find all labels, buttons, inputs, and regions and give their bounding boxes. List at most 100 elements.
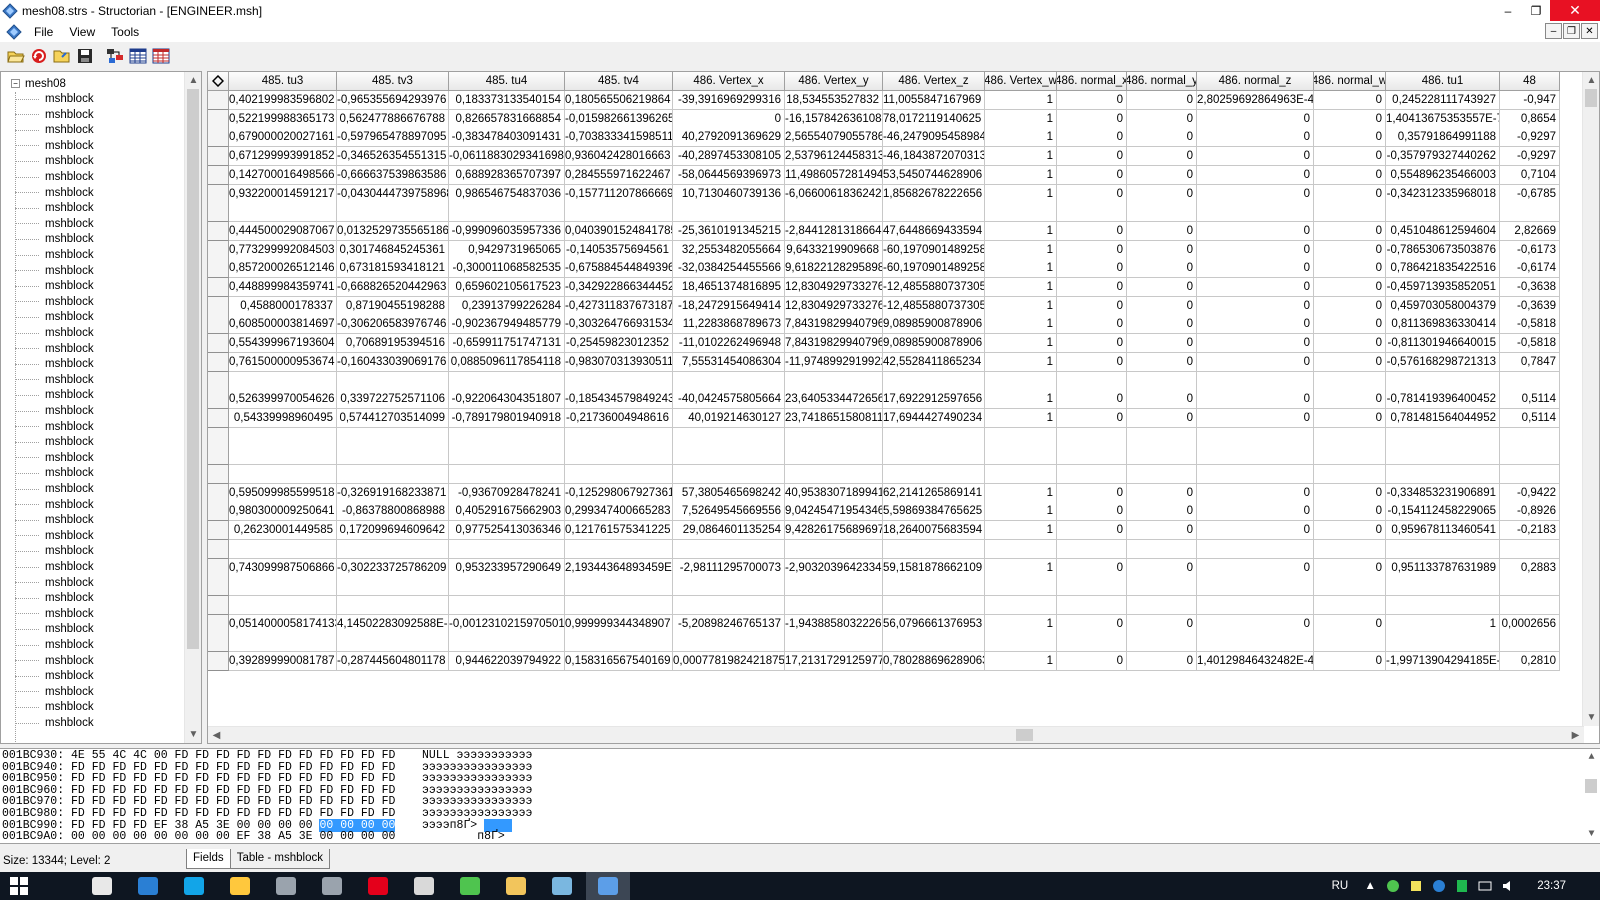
- grid-cell[interactable]: [1386, 595, 1500, 615]
- menu-file[interactable]: File: [26, 25, 61, 39]
- row-header[interactable]: [208, 184, 229, 204]
- structure-tree[interactable]: − mesh08 mshblock mshblock mshblock mshbloc…: [0, 71, 202, 744]
- grid-cell[interactable]: 0,245228111743927: [1386, 91, 1500, 110]
- grid-cell[interactable]: -0,666637539863586: [337, 165, 449, 185]
- grid-cell[interactable]: 0: [1057, 147, 1127, 167]
- grid-cell[interactable]: [1057, 633, 1127, 653]
- grid-cell[interactable]: -0,9297: [1500, 147, 1560, 167]
- grid-cell[interactable]: [449, 427, 565, 447]
- tool-app-1-button[interactable]: [264, 872, 308, 900]
- grid-cell[interactable]: 0: [1197, 614, 1314, 634]
- grid-cell[interactable]: 0,857200026512146: [229, 259, 337, 279]
- grid-cell[interactable]: 0,5114: [1500, 390, 1560, 410]
- grid-cell[interactable]: 11,2283868789673: [673, 315, 785, 335]
- grid-cell[interactable]: -0,303264766931534: [565, 315, 673, 335]
- grid-cell[interactable]: [985, 465, 1057, 484]
- grid-cell[interactable]: 2,53796124458313: [785, 147, 883, 167]
- menu-tools[interactable]: Tools: [103, 25, 147, 39]
- tree-item-mshblock[interactable]: mshblock: [15, 403, 94, 419]
- tree-item-mshblock[interactable]: mshblock: [15, 715, 94, 731]
- grid-cell[interactable]: 42,5528411865234: [883, 352, 985, 372]
- grid-cell[interactable]: [1500, 203, 1560, 223]
- grid-cell[interactable]: 47,6448669433594: [883, 221, 985, 241]
- tray-app-icon[interactable]: [1385, 878, 1401, 894]
- grid-cell[interactable]: [1197, 203, 1314, 223]
- grid-cell[interactable]: [565, 539, 673, 559]
- grid-cell[interactable]: 0,70689195394516: [337, 334, 449, 354]
- grid-cell[interactable]: -12,4855880737305: [883, 278, 985, 297]
- grid-cell[interactable]: [229, 427, 337, 447]
- grid-cell[interactable]: 40,2792091369629: [673, 128, 785, 148]
- grid-cell[interactable]: -0,302233725786209: [337, 558, 449, 578]
- row-header[interactable]: [208, 165, 229, 185]
- hex-view[interactable]: 001BC930: 4E 55 4C 4C 00 FD FD FD FD FD …: [0, 748, 1600, 844]
- grid-cell[interactable]: [449, 465, 565, 484]
- grid-cell[interactable]: 0: [1127, 521, 1197, 541]
- tab-table-mshblock[interactable]: Table - mshblock: [229, 849, 330, 869]
- grid-horizontal-scrollbar[interactable]: ◀ ▶: [208, 726, 1584, 743]
- grid-cell[interactable]: -0,597965478897095: [337, 128, 449, 148]
- grid-cell[interactable]: 0: [1314, 91, 1386, 110]
- reload-icon[interactable]: [29, 46, 49, 66]
- grid-cell[interactable]: -16,1578426361084: [785, 109, 883, 129]
- column-header[interactable]: 486. Vertex_w: [985, 72, 1057, 91]
- grid-cell[interactable]: 0,608500003814697: [229, 315, 337, 335]
- grid-cell[interactable]: 0,595099985599518: [229, 483, 337, 503]
- tree-item-mshblock[interactable]: mshblock: [15, 107, 94, 123]
- grid-cell[interactable]: 0: [1314, 147, 1386, 167]
- grid-cell[interactable]: -0,6173: [1500, 240, 1560, 260]
- grid-cell[interactable]: 0,0007781982421875: [673, 652, 785, 671]
- tree-item-mshblock[interactable]: mshblock: [15, 372, 94, 388]
- mdi-minimize-button[interactable]: –: [1545, 23, 1562, 39]
- grid-cell[interactable]: [1127, 633, 1197, 653]
- grid-cell[interactable]: 0: [1197, 184, 1314, 204]
- tree-item-mshblock[interactable]: mshblock: [15, 231, 94, 247]
- grid-cell[interactable]: 11,4986057281494: [785, 165, 883, 185]
- explorer-app-button[interactable]: [494, 872, 538, 900]
- grid-cell[interactable]: 0,977525413036346: [449, 521, 565, 541]
- grid-cell[interactable]: [565, 577, 673, 597]
- grid-cell[interactable]: 0,780288696289063: [883, 652, 985, 671]
- grid-cell[interactable]: [1314, 203, 1386, 223]
- grid-cell[interactable]: [985, 371, 1057, 391]
- grid-cell[interactable]: 0,299347400665283: [565, 502, 673, 522]
- grid-cell[interactable]: 1: [985, 147, 1057, 167]
- grid-cell[interactable]: [785, 446, 883, 466]
- grid-cell[interactable]: 0: [1057, 128, 1127, 148]
- grid-cell[interactable]: -0,6174: [1500, 259, 1560, 279]
- grid-cell[interactable]: [1057, 577, 1127, 597]
- grid-cell[interactable]: [985, 577, 1057, 597]
- grid-cell[interactable]: 0: [1197, 390, 1314, 410]
- grid-cell[interactable]: [1386, 539, 1500, 559]
- grid-cell[interactable]: -46,1843872070313: [883, 147, 985, 167]
- row-header[interactable]: [208, 109, 229, 129]
- clock[interactable]: 23:37: [1537, 880, 1566, 892]
- grid-cell[interactable]: 18,4651374816895: [673, 278, 785, 297]
- tree-item-mshblock[interactable]: mshblock: [15, 309, 94, 325]
- grid-cell[interactable]: [1197, 446, 1314, 466]
- grid-cell[interactable]: [985, 203, 1057, 223]
- mdi-restore-button[interactable]: ❐: [1563, 23, 1580, 39]
- grid-cell[interactable]: 0: [1127, 352, 1197, 372]
- grid-cell[interactable]: -0,3639: [1500, 296, 1560, 316]
- grid-cell[interactable]: [1500, 595, 1560, 615]
- grid-cell[interactable]: 0: [1314, 502, 1386, 522]
- grid-cell[interactable]: 0: [1314, 483, 1386, 503]
- tree-item-mshblock[interactable]: mshblock: [15, 512, 94, 528]
- grid-cell[interactable]: 23,6405334472656: [785, 390, 883, 410]
- grid-cell[interactable]: [449, 446, 565, 466]
- grid-cell[interactable]: [785, 595, 883, 615]
- grid-cell[interactable]: -0,922064304351807: [449, 390, 565, 410]
- grid-cell[interactable]: [229, 446, 337, 466]
- grid-cell[interactable]: 0: [1127, 259, 1197, 279]
- row-header[interactable]: [208, 446, 229, 466]
- grid-cell[interactable]: 0,35791864991188: [1386, 128, 1500, 148]
- grid-cell[interactable]: 0: [1314, 296, 1386, 316]
- grid-cell[interactable]: [229, 465, 337, 484]
- row-header[interactable]: [208, 91, 229, 110]
- grid-cell[interactable]: 0,2883: [1500, 558, 1560, 578]
- tree-item-mshblock[interactable]: mshblock: [15, 294, 94, 310]
- grid-cell[interactable]: [565, 595, 673, 615]
- menu-view[interactable]: View: [61, 25, 103, 39]
- grid-cell[interactable]: 0,183373133540154: [449, 91, 565, 110]
